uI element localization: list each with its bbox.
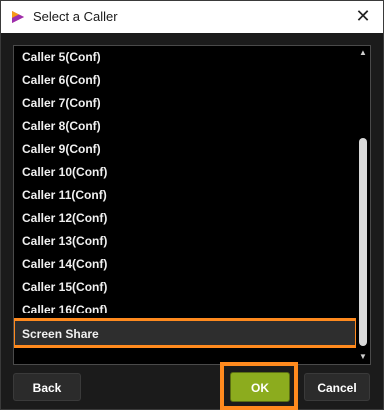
list-item[interactable]: Caller 11(Conf) (14, 184, 358, 207)
cancel-button[interactable]: Cancel (304, 373, 370, 401)
list-item[interactable]: Caller 12(Conf) (14, 207, 358, 230)
list-item[interactable]: Caller 13(Conf) (14, 230, 358, 253)
scroll-thumb[interactable] (359, 138, 367, 346)
select-caller-dialog: Select a Caller ✕ Caller 5(Conf) Caller … (0, 0, 384, 410)
list-item-selected[interactable]: Screen Share (14, 318, 358, 348)
list-scrollbar[interactable]: ▲ ▼ (356, 46, 370, 364)
title-bar: Select a Caller ✕ (1, 1, 383, 33)
close-button[interactable]: ✕ (351, 5, 375, 29)
close-icon: ✕ (355, 6, 371, 26)
list-item[interactable]: Caller 7(Conf) (14, 92, 358, 115)
list-item[interactable]: Caller 6(Conf) (14, 69, 358, 92)
caller-list[interactable]: Caller 5(Conf) Caller 6(Conf) Caller 7(C… (13, 45, 371, 365)
list-item[interactable]: Caller 9(Conf) (14, 138, 358, 161)
app-logo-icon (12, 11, 24, 23)
list-item[interactable]: Caller 8(Conf) (14, 115, 358, 138)
dialog-title: Select a Caller (33, 9, 118, 24)
scroll-down-icon[interactable]: ▼ (356, 350, 370, 364)
back-button[interactable]: Back (13, 373, 81, 401)
list-item[interactable]: Caller 14(Conf) (14, 253, 358, 276)
ok-button[interactable]: OK (230, 372, 290, 402)
list-item[interactable]: Caller 5(Conf) (14, 46, 358, 69)
list-item[interactable]: Caller 15(Conf) (14, 276, 358, 299)
list-item[interactable]: Caller 16(Conf) (14, 299, 358, 313)
scroll-up-icon[interactable]: ▲ (356, 46, 370, 60)
caller-list-items: Caller 5(Conf) Caller 6(Conf) Caller 7(C… (14, 46, 358, 348)
list-item[interactable]: Caller 10(Conf) (14, 161, 358, 184)
